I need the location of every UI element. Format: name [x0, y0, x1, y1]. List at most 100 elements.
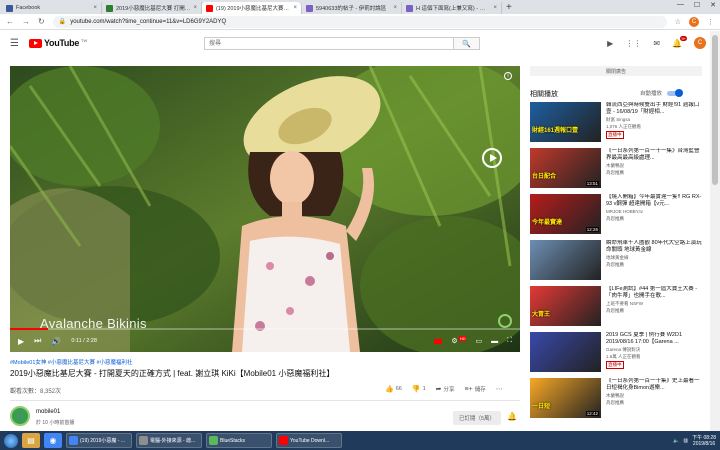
youtube-logo[interactable]: YouTube TW [28, 38, 87, 48]
kebab-menu-icon[interactable]: ⋮ [707, 18, 714, 26]
thumbnail-caption: 財經161週報口壹 [532, 128, 579, 134]
star-icon[interactable]: ☆ [675, 18, 681, 26]
tab-close-icon[interactable]: × [393, 5, 397, 11]
reload-icon[interactable]: ↻ [38, 17, 45, 26]
tab-close-icon[interactable]: × [93, 5, 97, 11]
notifications-bell-icon[interactable]: 🔔 9+ [672, 35, 687, 48]
subscribe-button[interactable]: 已訂閱（5萬） [453, 411, 501, 425]
close-ad-button[interactable]: 關閉廣告 [530, 66, 702, 76]
save-button[interactable]: ≡+ 儲存 [465, 385, 486, 394]
recommended-channel[interactable]: 財富 Singsa [606, 117, 630, 123]
recommended-video[interactable]: 瞬命飛車千人圍觀 80年代大空路上演玩命關頭 地球黃金線 地球黃金線 為您推薦 [530, 240, 704, 282]
recommended-channel[interactable]: MRJOE HOBBY.tv [606, 209, 643, 214]
recommended-video-title[interactable]: 2019 GCS 夏季 | 例行賽 W2D1 2019/08/16 17:00【… [606, 332, 702, 346]
recommended-channel[interactable]: 上班不要看 NSFW [606, 301, 643, 307]
minimize-icon[interactable]: — [677, 1, 684, 9]
recommended-video[interactable]: 一日短 12:42 《一日系列第一百一十集》史上最看一日短褐化身Bimon遊樂...… [530, 378, 704, 420]
video-frame [10, 66, 520, 352]
fullscreen-icon[interactable]: ⛶ [507, 337, 512, 345]
chrome-icon[interactable]: ◉ [44, 433, 62, 448]
channel-avatar[interactable] [10, 406, 30, 426]
settings-gear-icon[interactable]: ⚙ [451, 337, 457, 345]
taskbar-window[interactable]: BlueStacks [206, 433, 272, 448]
video-thumbnail[interactable] [530, 240, 601, 280]
upload-video-icon[interactable]: ▶ [607, 39, 613, 48]
recommended-channel[interactable]: Garena 傳說對決 [606, 347, 640, 353]
hamburger-menu-icon[interactable]: ☰ [10, 38, 19, 49]
browser-tab[interactable]: 5940633的帖子 - 伊莉討論區 × [302, 2, 402, 14]
tab-close-icon[interactable]: × [293, 5, 297, 11]
like-button[interactable]: 👍 66 [385, 385, 402, 393]
file-explorer-icon[interactable]: ▤ [22, 433, 40, 448]
scrollbar-thumb[interactable] [712, 35, 718, 185]
dislike-button[interactable]: 👎 1 [412, 385, 426, 393]
recommended-video-title[interactable]: 《一日系列第一百一十一集》台灣藍營界最高最高級處理... [606, 148, 702, 162]
page-scrollbar[interactable] [710, 31, 720, 431]
browser-tab[interactable]: Facebook × [2, 2, 102, 14]
browser-tab[interactable]: (19) 2019小惡魔比基尼大賽 - 打 × [202, 2, 302, 14]
network-icon[interactable]: ▥ [683, 438, 688, 444]
channel-name[interactable]: mobile01 [36, 409, 60, 415]
miniplayer-icon[interactable]: ▭ [475, 337, 482, 345]
chat-icon[interactable]: ✉ [653, 39, 660, 48]
recommended-video-title[interactable]: 韓流西亞與時候雙出手 財經!91 週報口壹 - 16/08/19「財經相... [606, 102, 702, 116]
recommended-video-title[interactable]: 【LIFe測試】#44 第一屆大寶王大賽 -「肉牛蒂」也開手在歌... [606, 286, 702, 300]
video-thumbnail[interactable]: 台日配合 13:51 [530, 148, 601, 188]
search-icon[interactable]: 🔍 [454, 37, 480, 50]
browser-tab[interactable]: H 這個下面寫(上兼又寫) - 伊莉討 × [402, 2, 502, 14]
youtube-header: ☰ YouTube TW 🔍 ▶ ⋮⋮ ✉ 🔔9+ C [0, 31, 720, 55]
share-icon: ➦ [435, 386, 442, 393]
taskbar-window[interactable]: (19) 2019小惡魔 - ... [66, 433, 132, 448]
video-thumbnail[interactable]: 大胃王 [530, 286, 601, 326]
volume-tray-icon[interactable]: 🔈 [673, 438, 679, 444]
share-button[interactable]: ➦ 分享 [436, 385, 455, 393]
next-icon[interactable]: ⏭ [34, 336, 41, 346]
video-thumbnail[interactable]: 一日短 12:42 [530, 378, 601, 418]
recommended-video-title[interactable]: 《一日系列第一百一十集》史上最看一日短褐化身Bimon遊樂... [606, 378, 702, 392]
theater-mode-icon[interactable]: ▬ [491, 338, 498, 345]
taskbar-window[interactable]: YouTube Downl... [276, 433, 342, 448]
volume-icon[interactable]: 🔊 [51, 337, 61, 346]
video-hashtags[interactable]: #Mobile01女神 #小惡魔比基尼大賽 #小惡魔福利社 [10, 358, 133, 366]
recommended-channel[interactable]: 木蘭鴨說 [606, 393, 624, 399]
recommended-video[interactable]: 大胃王 【LIFe測試】#44 第一屆大寶王大賽 -「肉牛蒂」也開手在歌... 上班… [530, 286, 704, 328]
video-thumbnail[interactable]: 今年最實達 12:26 [530, 194, 601, 234]
recommended-video-title[interactable]: 【燒入開箱】今年最實達一隻!! RG RX-93 ν鋼彈 超達開箱【ν元... [606, 194, 702, 208]
tab-close-icon[interactable]: × [493, 5, 497, 11]
browser-tab[interactable]: 2019小惡魔比基尼大賽 打開夏天 × [102, 2, 202, 14]
tab-title: (19) 2019小惡魔比基尼大賽 - 打 [216, 6, 291, 12]
recommended-video[interactable]: 2019 GCS 夏季 | 例行賽 W2D1 2019/08/16 17:00【… [530, 332, 704, 374]
recommended-channel[interactable]: 地球黃金線 [606, 255, 629, 261]
thumbnail-caption: 一日短 [532, 404, 551, 410]
recommended-video[interactable]: 今年最實達 12:26 【燒入開箱】今年最實達一隻!! RG RX-93 ν鋼彈 超… [530, 194, 704, 236]
forward-arrow-icon[interactable]: → [22, 17, 30, 26]
more-actions-button[interactable]: ⋯ [496, 385, 503, 393]
info-icon[interactable]: i [504, 72, 512, 80]
video-thumbnail[interactable]: 財經161週報口壹 [530, 102, 601, 142]
taskbar-window[interactable]: 電腦-外接來源 - 啟... [136, 433, 202, 448]
channel-watermark-icon[interactable] [482, 148, 502, 168]
url-field[interactable]: 🔒 youtube.com/watch?time_continue=11&v=L… [52, 15, 667, 28]
apps-grid-icon[interactable]: ⋮⋮ [625, 39, 641, 48]
account-avatar[interactable]: C [694, 37, 706, 49]
new-tab-button[interactable]: + [506, 2, 512, 14]
search-input[interactable] [204, 37, 454, 50]
back-arrow-icon[interactable]: ← [6, 17, 14, 26]
recommended-video-title[interactable]: 瞬命飛車千人圍觀 80年代大空路上演玩命關頭 地球黃金線 [606, 240, 702, 254]
recommended-video[interactable]: 台日配合 13:51 《一日系列第一百一十一集》台灣藍營界最高最高級處理... 木蘭鴨… [530, 148, 704, 190]
autoplay-toggle[interactable] [667, 88, 684, 97]
recommended-video[interactable]: 財經161週報口壹 韓流西亞與時候雙出手 財經!91 週報口壹 - 16/08/1… [530, 102, 704, 144]
video-thumbnail[interactable] [530, 332, 601, 372]
play-icon[interactable]: ▶ [18, 337, 24, 346]
browser-profile-avatar[interactable]: C [689, 16, 699, 27]
hd-badge: HD [458, 336, 467, 341]
tab-close-icon[interactable]: × [193, 5, 197, 11]
recommended-channel[interactable]: 木蘭鴨說 [606, 163, 624, 169]
video-player[interactable]: i Avalanche Bikinis ▶ ⏭ 🔊 0:11 / 2:28 ⚙ … [10, 66, 520, 352]
close-window-icon[interactable]: ✕ [710, 1, 716, 9]
subtitles-icon[interactable] [434, 338, 443, 344]
start-button-icon[interactable] [4, 433, 18, 448]
channel-bell-icon[interactable]: 🔔 [507, 412, 517, 421]
maximize-icon[interactable]: ☐ [694, 1, 700, 9]
system-clock[interactable]: 下午 08:28 2019/8/16 [692, 435, 716, 447]
